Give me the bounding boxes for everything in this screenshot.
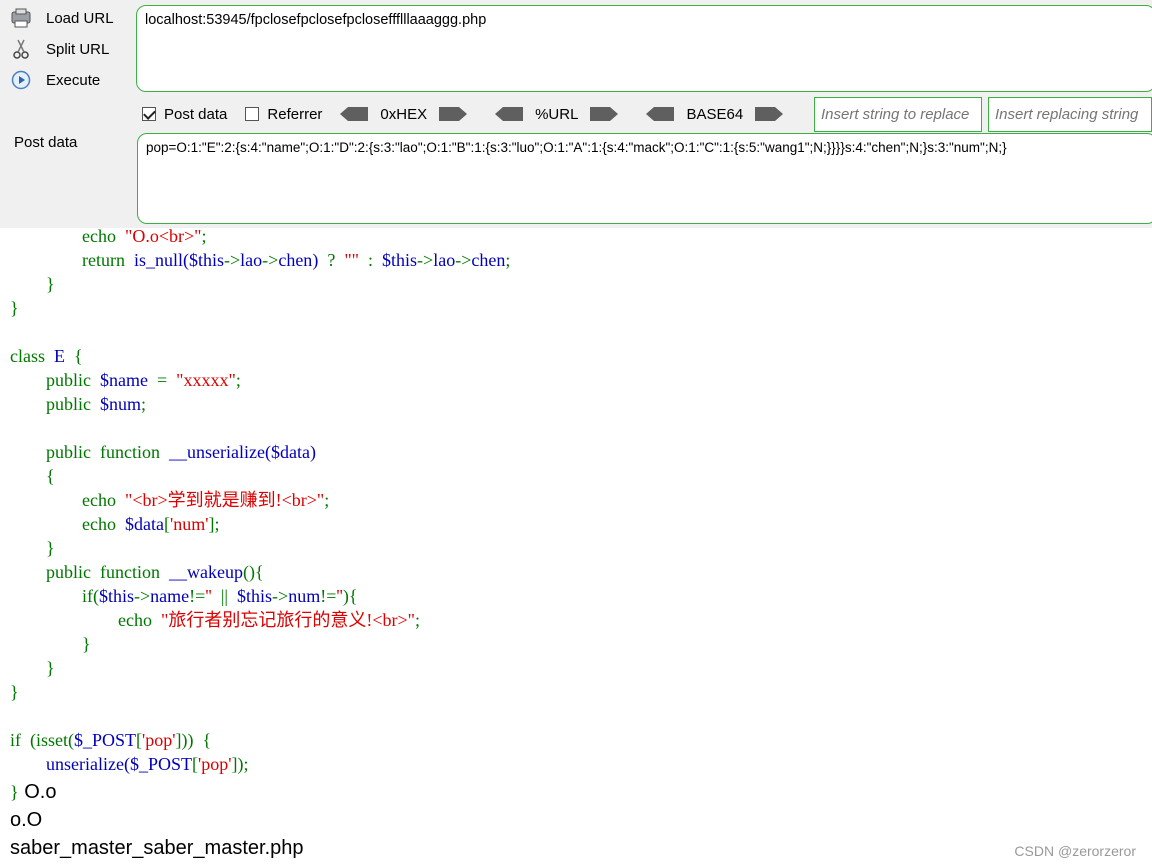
checkbox-checked-icon xyxy=(142,107,156,121)
load-url-label: Load URL xyxy=(46,9,114,27)
arrow-right-icon[interactable] xyxy=(590,107,619,121)
base64-label: BASE64 xyxy=(686,105,744,123)
arrow-left-icon[interactable] xyxy=(495,107,524,121)
url-encoder[interactable]: %URL xyxy=(495,105,619,123)
play-icon xyxy=(10,69,32,91)
hackbar-panel: Load URL Split URL Execute localhost:539… xyxy=(0,0,1152,228)
post-data-checkbox[interactable]: Post data xyxy=(142,106,227,123)
replacing-string-input[interactable] xyxy=(988,97,1152,132)
execute-button[interactable]: Execute xyxy=(10,67,100,93)
url-input[interactable]: localhost:53945/fpclosefpclosefpclosefff… xyxy=(136,5,1152,92)
code-line: echo "<br>学到就是赚到!<br>"; xyxy=(82,490,330,510)
output-line: } O.o xyxy=(10,781,57,803)
referrer-checkbox-label: Referrer xyxy=(267,105,323,123)
code-line: } xyxy=(82,634,91,654)
load-url-button[interactable]: Load URL xyxy=(10,5,114,31)
watermark: CSDN @zerorzeror xyxy=(1014,843,1136,859)
referrer-checkbox[interactable]: Referrer xyxy=(245,106,322,123)
output-line: o.O xyxy=(10,809,43,831)
output-line: saber_master_saber_master.php xyxy=(10,837,304,859)
post-data-input[interactable]: pop=O:1:"E":2:{s:4:"name";O:1:"D":2:{s:3… xyxy=(137,133,1152,224)
code-line: class E { xyxy=(10,346,83,366)
code-line: public function __unserialize($data) xyxy=(46,442,316,462)
load-url-icon xyxy=(10,7,32,29)
code-line: echo "旅行者别忘记旅行的意义!<br>"; xyxy=(118,610,420,630)
scissors-icon xyxy=(10,38,32,60)
code-line: if (isset($_POST['pop'])) { xyxy=(10,730,212,750)
code-line: { xyxy=(46,466,55,486)
replace-string-input[interactable] xyxy=(814,97,982,132)
php-source-code: echo "O.o<br>"; return is_null($this->la… xyxy=(10,224,510,776)
page-output: } O.o o.O saber_master_saber_master.php xyxy=(10,778,304,862)
split-url-button[interactable]: Split URL xyxy=(10,36,109,62)
hex-label: 0xHEX xyxy=(380,105,428,123)
hex-encoder[interactable]: 0xHEX xyxy=(340,105,468,123)
code-line: if($this->name!='' || $this->num!=''){ xyxy=(82,586,358,606)
arrow-left-icon[interactable] xyxy=(340,107,369,121)
base64-encoder[interactable]: BASE64 xyxy=(646,105,784,123)
code-line: return is_null($this->lao->chen) ? "" : … xyxy=(82,250,511,270)
execute-label: Execute xyxy=(46,71,101,89)
code-line: } xyxy=(46,538,55,558)
code-line: public function __wakeup(){ xyxy=(46,562,264,582)
arrow-left-icon[interactable] xyxy=(646,107,675,121)
arrow-right-icon[interactable] xyxy=(755,107,784,121)
code-line: } xyxy=(46,658,55,678)
code-line: } xyxy=(46,274,55,294)
code-line: public $num; xyxy=(46,394,147,414)
code-line: echo "O.o<br>"; xyxy=(82,226,207,246)
options-row: Post data Referrer 0xHEX %URL BASE64 xyxy=(142,100,811,128)
code-line: } xyxy=(10,298,19,318)
code-line: unserialize($_POST['pop']); xyxy=(46,754,249,774)
urlenc-label: %URL xyxy=(535,105,579,123)
post-data-label: Post data xyxy=(14,134,78,151)
code-line: public $name = "xxxxx"; xyxy=(46,370,241,390)
code-line: echo $data['num']; xyxy=(82,514,220,534)
split-url-label: Split URL xyxy=(46,40,110,58)
arrow-right-icon[interactable] xyxy=(439,107,468,121)
code-line: } xyxy=(10,682,19,702)
post-data-checkbox-label: Post data xyxy=(164,105,228,123)
checkbox-unchecked-icon xyxy=(245,107,260,121)
